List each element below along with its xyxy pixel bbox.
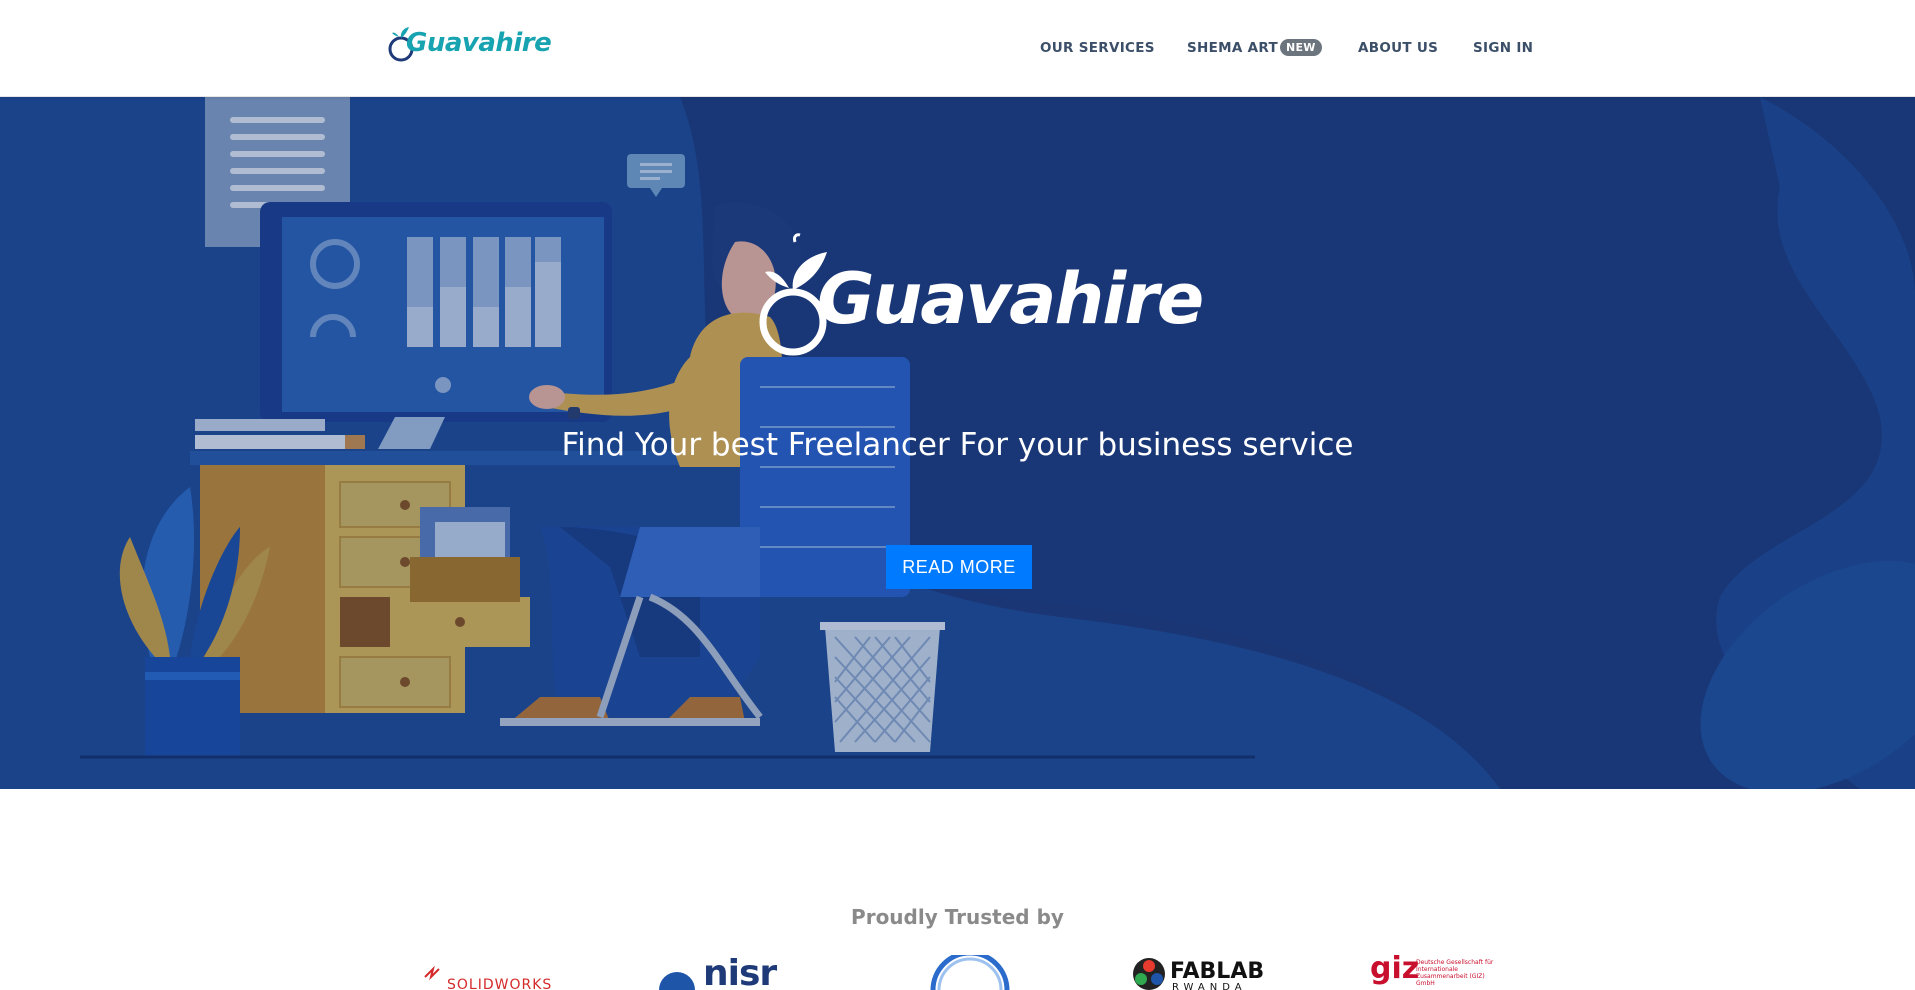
- partner-logo-nisr[interactable]: nisr: [655, 955, 785, 990]
- partner-logo-solidworks[interactable]: SOLIDWORKS: [415, 955, 555, 990]
- nav-menu: OUR SERVICES SHEMA ART NEW ABOUT US SIGN …: [0, 39, 1915, 60]
- partner-nisr-text: nisr: [703, 955, 777, 990]
- partner-logo-ring[interactable]: [925, 955, 1015, 990]
- nisr-emblem-icon: [659, 972, 695, 990]
- nav-link-sign-in[interactable]: SIGN IN: [1473, 40, 1533, 56]
- partner-giz-text: giz: [1370, 955, 1420, 986]
- nav-link-our-services[interactable]: OUR SERVICES: [1040, 40, 1155, 56]
- partner-giz-subtext: Deutsche Gesellschaft für Internationale…: [1416, 959, 1494, 987]
- top-navbar: Guavahire OUR SERVICES SHEMA ART NEW ABOU…: [0, 0, 1915, 97]
- nav-link-shema-art[interactable]: SHEMA ART NEW: [1187, 39, 1322, 57]
- nav-link-shema-art-label: SHEMA ART: [1187, 40, 1278, 56]
- hero-subtitle: Find Your best Freelancer For your busin…: [561, 427, 1354, 463]
- partner-fablab-subtext: RWANDA: [1172, 982, 1247, 990]
- partner-logo-fablab[interactable]: FABLAB RWANDA: [1130, 955, 1270, 990]
- read-more-button[interactable]: READ MORE: [886, 545, 1032, 589]
- trusted-by-heading: Proudly Trusted by: [851, 905, 1064, 929]
- fablab-icon: [1133, 958, 1165, 990]
- ring-logo-icon: [930, 955, 1010, 990]
- partner-logo-giz[interactable]: giz Deutsche Gesellschaft für Internatio…: [1368, 955, 1508, 990]
- nav-link-about-us[interactable]: ABOUT US: [1358, 40, 1438, 56]
- partner-fablab-text: FABLAB: [1170, 959, 1265, 984]
- new-badge: NEW: [1279, 39, 1322, 56]
- hero-banner: Guavahire Find Your best Freelancer For …: [0, 97, 1915, 789]
- partner-solidworks-text: SOLIDWORKS: [447, 977, 553, 990]
- hero-brand-name: Guavahire: [817, 258, 1204, 340]
- hero-brand-logo: Guavahire: [755, 232, 1204, 372]
